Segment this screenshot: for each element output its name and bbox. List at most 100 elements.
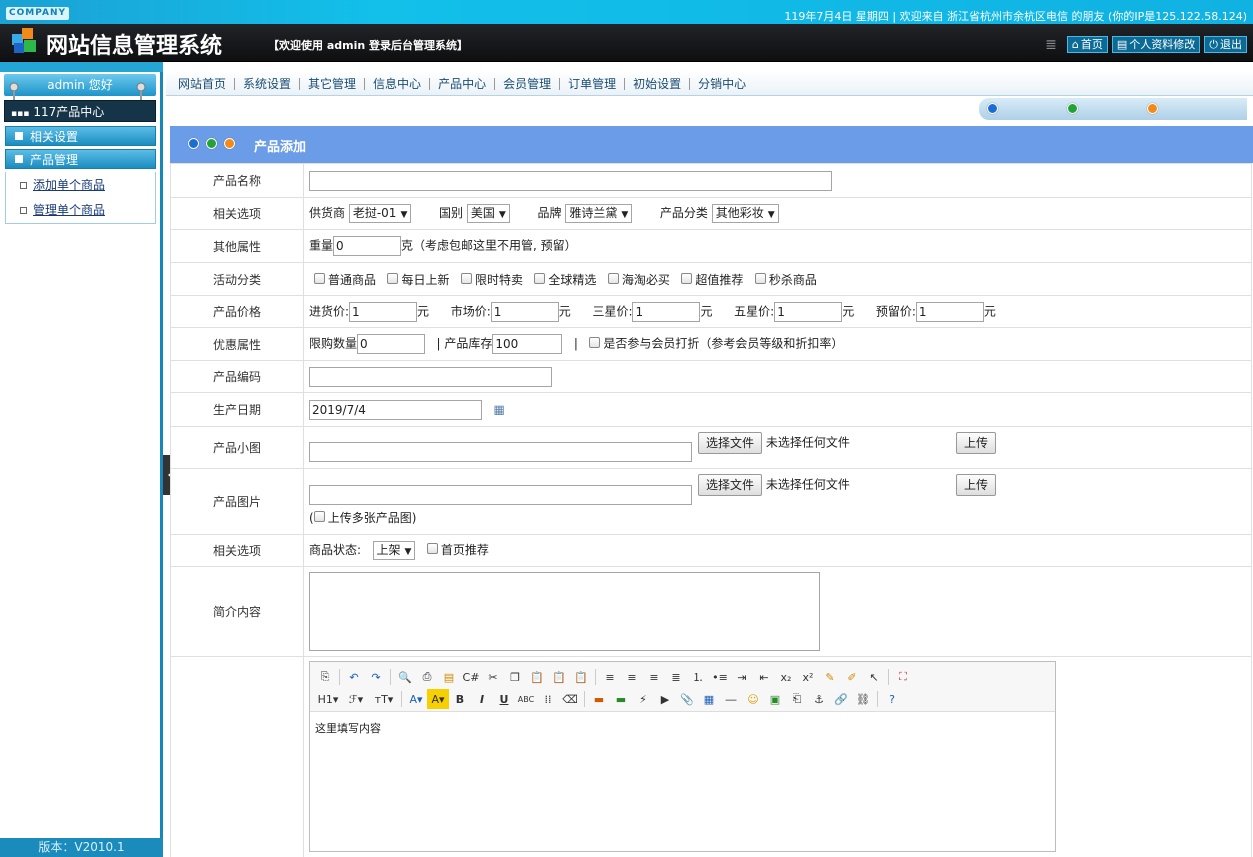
emoticon-icon[interactable]: ☺ xyxy=(742,689,764,709)
undo-icon[interactable]: ↶ xyxy=(343,667,365,687)
logout-button[interactable]: ⏻ 退出 xyxy=(1204,36,1247,53)
nav-item-products[interactable]: 产品中心 xyxy=(430,77,496,90)
market-price-input[interactable]: 1 xyxy=(490,301,559,322)
editor-body[interactable]: 这里填写内容 xyxy=(310,712,1055,744)
justify-icon[interactable]: ≣ xyxy=(665,667,687,687)
activity-option[interactable]: 超值推荐 xyxy=(681,272,743,287)
image-icon[interactable]: ▬ xyxy=(588,689,610,709)
italic-icon[interactable]: I xyxy=(471,689,493,709)
link-icon[interactable]: 🔗 xyxy=(830,689,852,709)
state-select[interactable]: 上架 ▼ xyxy=(372,541,416,560)
purchase-price-input[interactable]: 1 xyxy=(349,301,418,322)
choose-file-button[interactable]: 选择文件 xyxy=(698,474,763,496)
image-path-input[interactable] xyxy=(309,485,692,505)
outdent-icon[interactable]: ⇤ xyxy=(753,667,775,687)
nav-item-home[interactable]: 网站首页 xyxy=(170,77,236,90)
picture-icon[interactable]: ▣ xyxy=(764,689,786,709)
country-select[interactable]: 美国 ▼ xyxy=(466,204,510,223)
checkbox[interactable] xyxy=(534,272,546,284)
home-recommend-checkbox[interactable] xyxy=(426,543,438,554)
strikethrough-icon[interactable]: ABC xyxy=(515,689,537,709)
paste-text-icon[interactable]: 📋 xyxy=(548,667,570,687)
brand-select[interactable]: 雅诗兰黛 ▼ xyxy=(565,204,633,223)
superscript-icon[interactable]: x² xyxy=(797,667,819,687)
activity-option[interactable]: 普通商品 xyxy=(314,272,376,287)
anchor-icon[interactable]: ⚓ xyxy=(808,689,830,709)
preview-icon[interactable]: 🔍 xyxy=(394,667,416,687)
product-center-tab[interactable]: ▪▪▪ 117产品中心 xyxy=(4,100,156,122)
upload-small-image-button[interactable]: 上传 xyxy=(956,432,997,454)
font-family-select[interactable]: ℱ ▾ xyxy=(342,689,370,709)
three-star-price-input[interactable]: 1 xyxy=(632,301,701,322)
align-right-icon[interactable]: ≡ xyxy=(643,667,665,687)
sidebar-item-add-product[interactable]: 添加单个商品 xyxy=(20,176,105,193)
activity-option[interactable]: 秒杀商品 xyxy=(754,272,817,287)
source-icon[interactable]: ⎘ xyxy=(314,667,336,687)
sidebar-section-products[interactable]: 产品管理 xyxy=(5,149,156,169)
table-icon[interactable]: ▦ xyxy=(698,689,720,709)
font-color-icon[interactable]: A▾ xyxy=(405,689,427,709)
activity-option[interactable]: 全球精选 xyxy=(534,272,596,287)
activity-option[interactable]: 限时特卖 xyxy=(460,272,523,287)
font-size-select[interactable]: тT ▾ xyxy=(370,689,398,709)
unlink-icon[interactable]: ⛓ xyxy=(852,689,874,709)
supplier-select[interactable]: 老挝-01 ▼ xyxy=(348,204,412,223)
highlight-icon[interactable]: A▾ xyxy=(427,689,449,709)
code-icon[interactable]: C# xyxy=(460,667,482,687)
checkbox[interactable] xyxy=(754,272,766,284)
multi-image-icon[interactable]: ▬ xyxy=(610,689,632,709)
upload-image-button[interactable]: 上传 xyxy=(956,474,997,496)
intro-textarea[interactable] xyxy=(309,572,820,651)
print-icon[interactable]: ⎙ xyxy=(416,667,438,687)
small-image-path-input[interactable] xyxy=(309,441,692,462)
checkbox[interactable] xyxy=(681,272,693,284)
help-icon[interactable]: ? xyxy=(881,689,903,709)
calendar-icon[interactable]: ▦ xyxy=(493,402,504,416)
ordered-list-icon[interactable]: ⒈ xyxy=(687,667,709,687)
five-star-price-input[interactable]: 1 xyxy=(774,301,843,322)
nav-item-distribution[interactable]: 分销中心 xyxy=(690,78,754,90)
profile-button[interactable]: ▤ 个人资料修改 xyxy=(1111,36,1201,53)
unordered-list-icon[interactable]: •≡ xyxy=(709,667,731,687)
weight-input[interactable]: 0 xyxy=(333,236,402,256)
choose-file-button[interactable]: 选择文件 xyxy=(698,432,763,454)
paste-icon[interactable]: 📋 xyxy=(526,667,548,687)
media-icon[interactable]: ▶ xyxy=(654,689,676,709)
clear-format-icon[interactable]: ✎ xyxy=(819,667,841,687)
limit-input[interactable]: 0 xyxy=(357,334,426,354)
select-all-icon[interactable]: ↖ xyxy=(863,667,885,687)
nav-item-orders[interactable]: 订单管理 xyxy=(560,77,626,90)
multi-upload-checkbox[interactable] xyxy=(313,511,325,522)
activity-option[interactable]: 每日上新 xyxy=(387,272,449,287)
bold-icon[interactable]: B xyxy=(449,689,471,709)
stock-input[interactable]: 100 xyxy=(492,334,563,354)
nav-item-system[interactable]: 系统设置 xyxy=(235,77,301,90)
checkbox[interactable] xyxy=(314,272,325,284)
checkbox[interactable] xyxy=(607,272,619,284)
attachment-icon[interactable]: 📎 xyxy=(676,689,698,709)
heading-select[interactable]: H1 ▾ xyxy=(314,689,342,709)
product-name-input[interactable] xyxy=(309,170,832,191)
copy-icon[interactable]: ❐ xyxy=(504,667,526,687)
template-icon[interactable]: ▤ xyxy=(438,667,460,687)
format-painter-icon[interactable]: ✐ xyxy=(841,667,863,687)
reserve-price-input[interactable]: 1 xyxy=(915,301,984,322)
flash-icon[interactable]: ⚡ xyxy=(632,689,654,709)
nav-item-members[interactable]: 会员管理 xyxy=(495,77,561,90)
checkbox[interactable] xyxy=(460,272,472,284)
nav-item-other[interactable]: 其它管理 xyxy=(300,77,366,90)
category-select[interactable]: 其他彩妆 ▼ xyxy=(711,204,779,223)
home-button[interactable]: ⌂ 首页 xyxy=(1066,36,1108,53)
sidebar-item-manage-product[interactable]: 管理单个商品 xyxy=(20,201,105,218)
activity-option[interactable]: 海淘必买 xyxy=(607,272,670,287)
line-height-icon[interactable]: ⁞⁞ xyxy=(537,689,559,709)
redo-icon[interactable]: ↷ xyxy=(365,667,387,687)
cut-icon[interactable]: ✂ xyxy=(482,667,504,687)
pagebreak-icon[interactable]: ⎗ xyxy=(786,689,808,709)
subscript-icon[interactable]: x₂ xyxy=(775,667,797,687)
menu-icon[interactable]: ≣ xyxy=(1045,37,1057,53)
production-date-input[interactable]: 2019/7/4 xyxy=(309,399,482,420)
eraser-icon[interactable]: ⌫ xyxy=(559,689,581,709)
nav-item-info[interactable]: 信息中心 xyxy=(365,77,431,90)
underline-icon[interactable]: U xyxy=(493,689,515,709)
